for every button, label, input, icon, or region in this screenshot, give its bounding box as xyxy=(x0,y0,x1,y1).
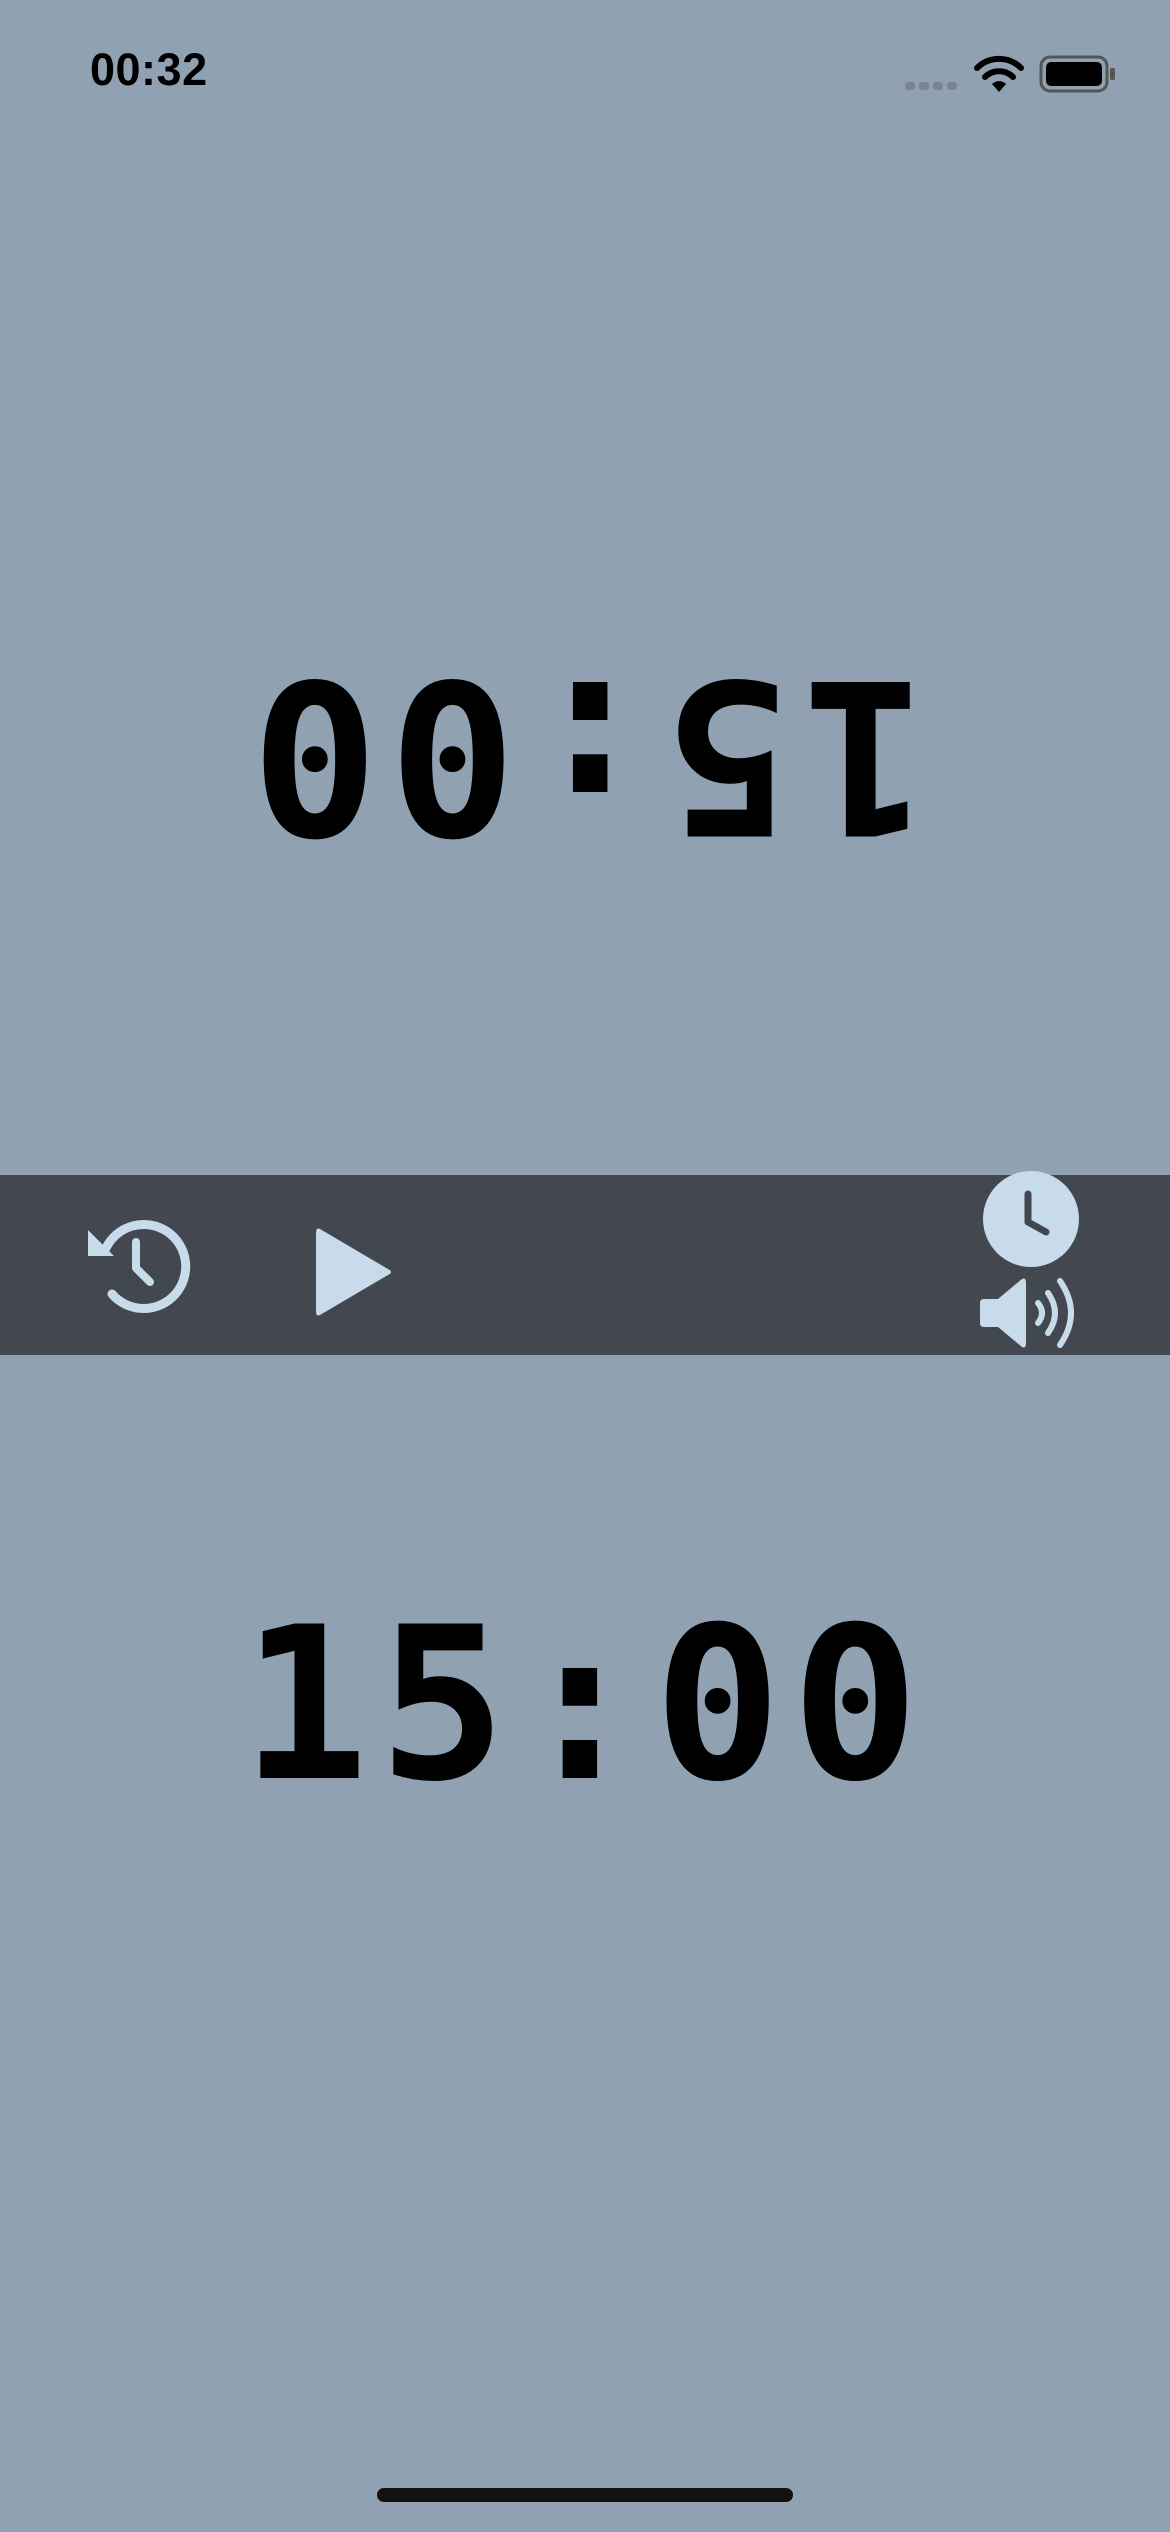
status-bar: 00:32 xyxy=(0,0,1170,150)
top-player-clock: 15:00 xyxy=(240,632,930,879)
wifi-icon xyxy=(974,55,1024,92)
speaker-wave-icon xyxy=(980,1278,1074,1348)
battery-icon xyxy=(1039,55,1115,93)
control-bar xyxy=(0,1171,1170,1355)
cellular-signal-icon xyxy=(905,82,957,90)
status-time: 00:32 xyxy=(90,44,208,95)
reset-button[interactable] xyxy=(80,1210,192,1322)
top-player-panel[interactable]: 15:00 xyxy=(0,150,1170,1175)
play-button[interactable] xyxy=(300,1215,410,1325)
reset-history-icon xyxy=(88,1219,191,1313)
clock-icon xyxy=(983,1171,1079,1267)
play-icon xyxy=(316,1228,391,1316)
clock-settings-button[interactable] xyxy=(980,1168,1082,1270)
bottom-player-clock: 15:00 xyxy=(240,1581,930,1828)
home-indicator[interactable] xyxy=(377,2488,793,2502)
sound-button[interactable] xyxy=(978,1273,1086,1353)
bottom-player-panel[interactable]: 15:00 xyxy=(0,1355,1170,2455)
